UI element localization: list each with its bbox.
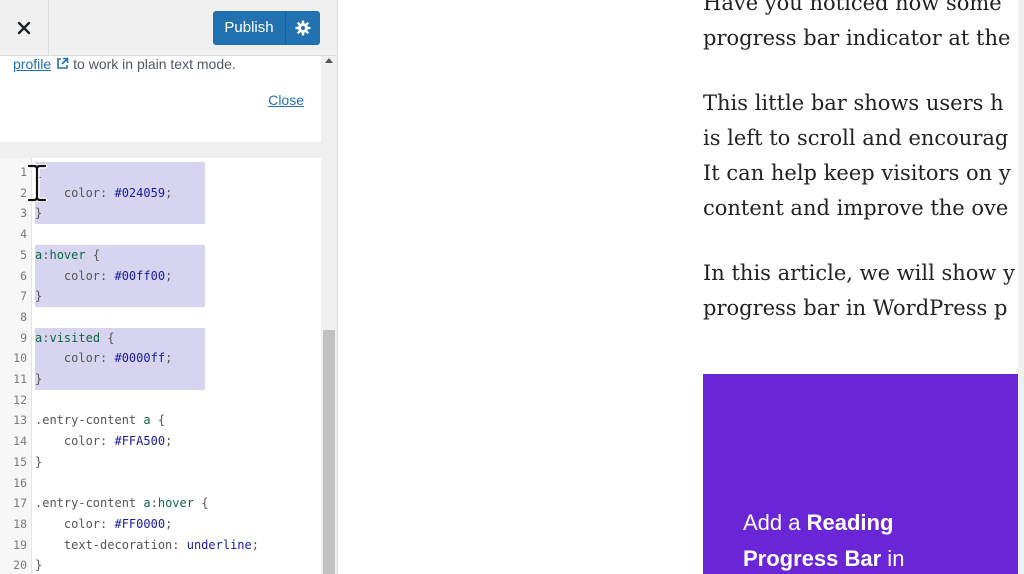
preview-text-line: In this article, we will show y [703, 261, 1015, 285]
code-line[interactable]: 2 color: #024059; [0, 182, 321, 204]
customizer-panel: Publish profile to work in plain text mo… [0, 0, 338, 574]
code-text: .entry-content a:hover { [35, 496, 209, 511]
close-notice-link[interactable]: Close [268, 92, 304, 108]
code-text: } [35, 369, 206, 390]
close-customizer-button[interactable] [0, 0, 49, 55]
section-gap [0, 142, 321, 158]
code-line[interactable]: 11} [0, 369, 321, 390]
code-line[interactable]: 6 color: #00ff00; [0, 265, 321, 287]
preview-text-line: This little bar shows users h [703, 91, 1004, 115]
text-cursor-icon [26, 164, 48, 202]
banner-title-line-2: Progress Bar in [743, 546, 904, 572]
preview-text-line: content and improve the ove [703, 196, 1009, 220]
line-number: 19 [13, 537, 27, 552]
line-number: 1 [20, 165, 27, 179]
preview-text-line: progress bar indicator at the [703, 26, 1011, 50]
line-number: 16 [13, 475, 27, 490]
code-text: } [35, 203, 206, 225]
line-number: 13 [13, 413, 27, 428]
line-number: 7 [20, 289, 27, 304]
code-line[interactable]: 5 a:hover { [0, 244, 321, 266]
line-number: 18 [13, 516, 27, 531]
code-text: a:hover { [35, 244, 206, 266]
panel-scrollbar[interactable] [321, 56, 337, 574]
code-text: text-decoration: underline; [35, 537, 259, 552]
preview-text-line: is left to scroll and encourag [703, 126, 1009, 150]
notice-body: to work in plain text mode. [73, 56, 236, 72]
banner-text-bold: Progress Bar [743, 546, 882, 571]
preview-scrollbar[interactable] [1018, 0, 1024, 574]
featured-banner: Add a Reading Progress Bar in [703, 374, 1024, 574]
code-text: color: #FF0000; [35, 516, 173, 531]
code-line[interactable]: 3} [0, 203, 321, 225]
customizer-header: Publish [0, 0, 337, 56]
css-code-editor[interactable]: 1{2 color: #024059; 3} 4 5 a:hover {6 color:… [0, 158, 321, 574]
preview-text-line: It can help keep visitors on y [703, 161, 1011, 185]
line-number: 6 [20, 268, 27, 283]
line-number: 15 [13, 454, 27, 469]
code-line[interactable]: 20} [0, 555, 321, 574]
publish-button[interactable]: Publish [213, 11, 320, 45]
preview-text-line: Have you noticed how some [703, 0, 1002, 15]
code-line[interactable]: 14 color: #FFA500; [0, 431, 321, 452]
code-text: { [35, 162, 206, 183]
panel-scrollbar-thumb[interactable] [323, 330, 335, 574]
code-text: } [35, 558, 43, 573]
publish-label: Publish [224, 19, 274, 36]
external-link-icon [57, 57, 69, 69]
preview-text-line: progress bar in WordPress p [703, 296, 1008, 320]
line-number: 11 [13, 372, 27, 386]
banner-text-bold: Reading [806, 510, 894, 535]
line-number: 14 [13, 434, 27, 449]
code-line[interactable]: 4 [0, 224, 321, 245]
code-line[interactable]: 18 color: #FF0000; [0, 514, 321, 535]
code-text: a:visited { [35, 327, 206, 349]
code-text: } [35, 454, 43, 469]
code-line[interactable]: 13 .entry-content a { [0, 410, 321, 431]
banner-title-line-1: Add a Reading [743, 510, 893, 536]
code-line[interactable]: 7} [0, 286, 321, 307]
code-line[interactable]: 17 .entry-content a:hover { [0, 493, 321, 514]
line-number: 9 [20, 330, 27, 345]
code-text: } [35, 286, 206, 307]
notice-text: profile to work in plain text mode. [13, 56, 236, 72]
line-number: 12 [13, 392, 27, 407]
line-number: 17 [13, 496, 27, 511]
code-text: color: #024059; [35, 182, 206, 204]
code-text: color: #FFA500; [35, 434, 173, 449]
code-text: color: #00ff00; [35, 265, 206, 287]
line-number: 10 [13, 351, 27, 366]
code-line[interactable]: 1{ [0, 162, 321, 183]
code-line[interactable]: 9 a:visited { [0, 327, 321, 349]
code-text: color: #0000ff; [35, 348, 206, 369]
code-line[interactable]: 16 [0, 473, 321, 494]
line-number: 8 [20, 309, 27, 324]
plain-text-notice: profile to work in plain text mode. Close [0, 56, 321, 142]
line-number: 5 [20, 247, 27, 262]
banner-text: Add a [743, 510, 807, 535]
banner-text: in [881, 546, 905, 571]
code-line[interactable]: 10 color: #0000ff; [0, 348, 321, 369]
publish-settings-button[interactable] [286, 11, 320, 45]
profile-link[interactable]: profile [13, 56, 51, 72]
line-number: 4 [20, 227, 27, 242]
code-line[interactable]: 12 [0, 390, 321, 411]
close-icon [17, 21, 31, 34]
site-preview: Have you noticed how some progress bar i… [338, 0, 1024, 574]
gear-icon [295, 20, 311, 36]
code-line[interactable]: 15} [0, 452, 321, 473]
line-number: 3 [20, 206, 27, 221]
code-line[interactable]: 8 [0, 307, 321, 328]
code-line[interactable]: 19 text-decoration: underline; [0, 535, 321, 556]
line-number: 20 [13, 558, 27, 573]
scroll-up-arrow-icon[interactable] [325, 58, 333, 63]
code-text: .entry-content a { [35, 413, 166, 428]
line-number: 2 [20, 185, 27, 200]
